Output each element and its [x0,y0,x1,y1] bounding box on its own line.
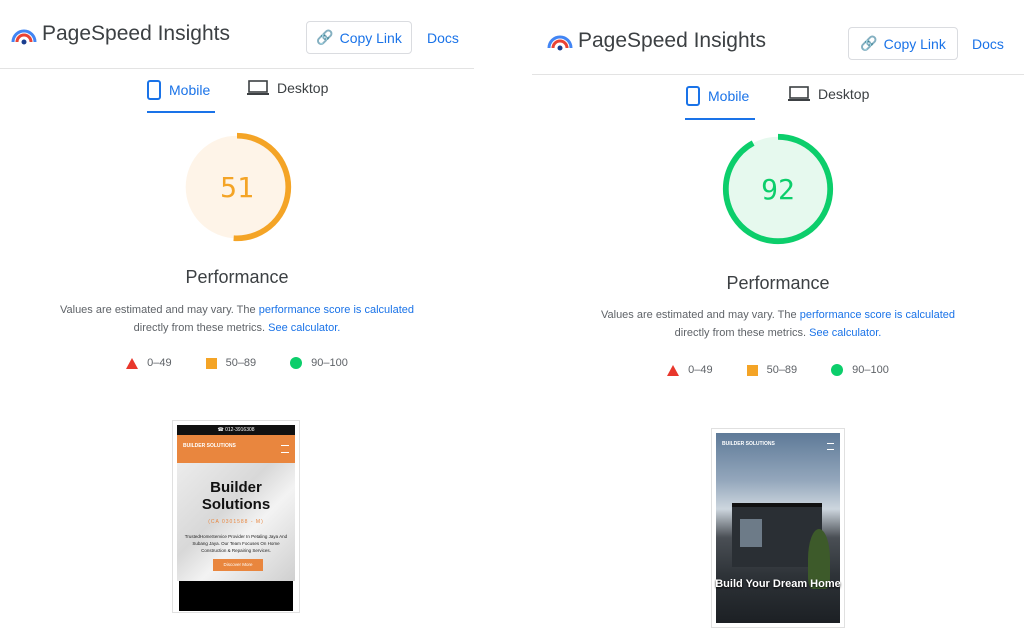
performance-label: Performance [185,267,289,287]
mobile-icon [686,86,700,106]
copy-link-label: Copy Link [339,29,402,46]
tab-desktop[interactable]: Desktop [788,86,869,102]
desktop-icon [788,86,810,101]
square-icon [205,357,217,369]
menu-icon [827,443,834,450]
triangle-icon [667,364,680,376]
link-icon: 🔗 [860,35,878,51]
legend-pass: 90–100 [831,364,889,376]
tab-mobile[interactable]: Mobile [147,80,210,100]
legend-fail-label: 0–49 [147,357,172,369]
legend-fail: 0–49 [126,357,172,369]
performance-label: Performance [726,273,830,293]
legend-average-label: 50–89 [766,364,798,376]
preview-window [740,519,762,547]
brand-title: PageSpeed Insights [578,29,766,52]
preview-button: Discover More [213,559,263,571]
score-legend: 0–49 50–89 90–100 [0,357,474,369]
tab-desktop-label: Desktop [818,86,870,102]
legend-fail-label: 0–49 [688,364,713,376]
score-legend: 0–49 50–89 90–100 [532,364,1024,376]
score-calculated-link[interactable]: performance score is calculated [259,304,414,316]
brand-title: PageSpeed Insights [42,22,230,45]
score-calculated-link[interactable]: performance score is calculated [800,309,955,321]
legend-pass-label: 90–100 [852,364,889,376]
right-panel: PageSpeed Insights 🔗 Copy Link Docs Mobi… [532,0,1024,635]
preview-hero-image [716,433,840,623]
menu-icon [281,445,289,453]
legend-average: 50–89 [746,364,798,376]
note-text-2: directly from these metrics. [674,327,810,339]
docs-link[interactable]: Docs [972,36,1004,52]
note-text-1: Values are estimated and may vary. The [59,304,259,316]
page-screenshot: ☎ 012-3916308 BUILDER SOLUTIONS Builder … [172,420,300,613]
copy-link-button[interactable]: 🔗 Copy Link [848,27,958,60]
legend-pass: 90–100 [290,357,348,369]
see-calculator-link[interactable]: See calculator. [268,322,340,334]
preview-paragraph: TrustedHomeService Provider In Petaling … [184,534,288,553]
left-panel: PageSpeed Insights 🔗 Copy Link Docs Mobi… [0,0,474,635]
preview-phone: 012-3916308 [225,427,255,433]
legend-pass-label: 90–100 [311,357,348,369]
preview-logo: BUILDER SOLUTIONS [722,441,775,447]
preview-subheading: (CA 0301588 - M) [208,519,264,525]
tab-mobile[interactable]: Mobile [686,86,749,106]
preview-hero: Builder Solutions (CA 0301588 - M) Trust… [177,463,295,581]
pagespeed-logo-icon [11,29,37,45]
performance-score: 92 [761,172,795,206]
tab-desktop-label: Desktop [277,80,329,96]
mobile-icon [147,80,161,100]
header: PageSpeed Insights 🔗 Copy Link Docs [532,0,1024,75]
link-icon: 🔗 [316,29,334,45]
performance-gauge: 51 [180,130,294,244]
preview-nav: BUILDER SOLUTIONS [177,435,295,463]
legend-average: 50–89 [205,357,257,369]
performance-gauge: 92 [720,131,836,247]
preview-topbar: ☎ 012-3916308 [177,425,295,435]
circle-icon [831,364,844,376]
triangle-icon [126,357,139,369]
active-tab-indicator [685,118,755,120]
see-calculator-link[interactable]: See calculator. [809,327,881,339]
pagespeed-logo-icon [547,35,573,51]
circle-icon [290,357,303,369]
preview-footer-block [179,581,293,611]
desktop-icon [247,80,269,95]
score-note: Values are estimated and may vary. The p… [0,301,474,337]
copy-link-button[interactable]: 🔗 Copy Link [306,21,412,54]
tab-mobile-label: Mobile [169,82,211,98]
square-icon [746,364,758,376]
score-note: Values are estimated and may vary. The p… [532,306,1024,342]
docs-link[interactable]: Docs [427,30,459,46]
legend-average-label: 50–89 [225,357,257,369]
tab-desktop[interactable]: Desktop [247,80,328,96]
legend-fail: 0–49 [667,364,713,376]
preview-heading: Build Your Dream Home [715,578,841,590]
note-text-1: Values are estimated and may vary. The [600,309,800,321]
preview-heading: Builder Solutions [201,479,271,513]
performance-score: 51 [220,170,254,204]
tab-mobile-label: Mobile [708,88,750,104]
preview-logo: BUILDER SOLUTIONS [183,443,236,449]
active-tab-indicator [147,111,215,113]
note-text-2: directly from these metrics. [133,322,269,334]
copy-link-label: Copy Link [883,35,946,52]
page-screenshot: BUILDER SOLUTIONS Build Your Dream Home [711,428,845,628]
header: PageSpeed Insights 🔗 Copy Link Docs [0,0,474,69]
